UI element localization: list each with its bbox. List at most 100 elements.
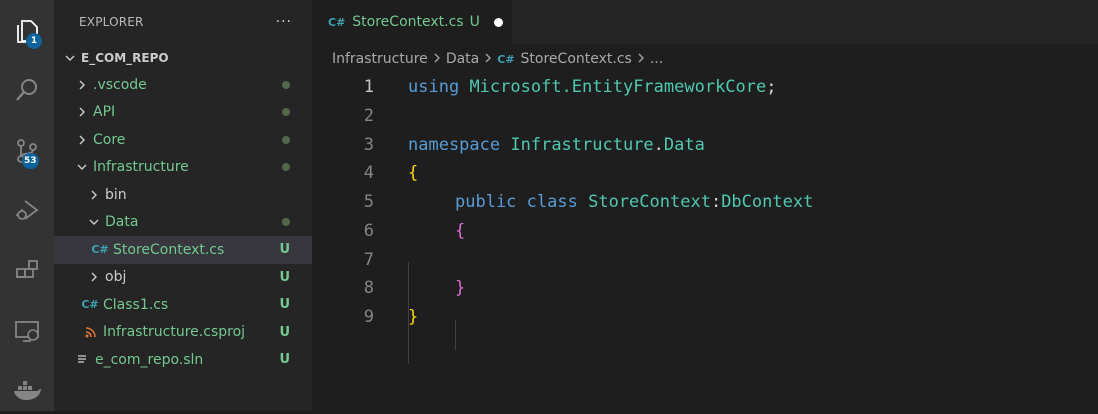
run-debug-activity-button[interactable] — [0, 186, 54, 234]
search-activity-button[interactable] — [0, 66, 54, 114]
chevron-down-icon — [62, 50, 78, 66]
csharp-file-icon: C# — [82, 298, 98, 311]
git-untracked-badge: U — [279, 352, 290, 367]
line-number: 4 — [312, 163, 374, 183]
chevron-down-icon — [74, 159, 90, 175]
chevron-right-icon — [636, 51, 646, 67]
code-text: } — [455, 278, 465, 298]
git-untracked-badge: U — [279, 242, 290, 257]
tree-item-infrastructure[interactable]: Infrastructure — [54, 154, 312, 182]
tree-item-label: bin — [105, 187, 127, 203]
breadcrumb-item[interactable]: Data — [446, 51, 479, 67]
workspace-name: E_COM_REPO — [81, 51, 169, 65]
more-actions-button[interactable]: ··· — [276, 14, 292, 30]
extensions-activity-button[interactable] — [0, 247, 54, 295]
activity-bar: 1 53 — [0, 0, 54, 411]
tree-item-label: Infrastructure — [93, 159, 189, 175]
chevron-right-icon — [74, 132, 90, 148]
tab-bar: C# StoreContext.cs U — [312, 0, 1098, 44]
code-text: { — [408, 163, 418, 183]
indent-guide — [455, 320, 456, 350]
tree-item-label: API — [93, 104, 115, 120]
breadcrumb: Infrastructure Data C# StoreContext.cs .… — [312, 44, 1098, 74]
code-token: public — [455, 192, 516, 212]
code-token: StoreContext — [588, 192, 711, 212]
explorer-header: EXPLORER ··· — [54, 0, 312, 44]
git-untracked-badge: U — [470, 14, 480, 30]
chevron-right-icon — [74, 104, 90, 120]
tree-item-sln[interactable]: e_com_repo.sln U — [54, 346, 312, 374]
chevron-right-icon — [86, 187, 102, 203]
chevron-right-icon — [483, 51, 493, 67]
tree-item-label: Data — [105, 214, 138, 230]
explorer-title: EXPLORER — [79, 15, 144, 29]
run-debug-icon — [13, 196, 41, 224]
code-text: public class StoreContext:DbContext — [455, 192, 813, 212]
explorer-sidebar: EXPLORER ··· E_COM_REPO .vscode API Core… — [54, 0, 312, 411]
rss-file-icon — [82, 327, 98, 338]
breadcrumb-item[interactable]: Infrastructure — [332, 51, 428, 67]
code-token: . — [654, 135, 664, 155]
line-number: 2 — [312, 106, 374, 126]
code-text: using Microsoft.EntityFrameworkCore; — [408, 77, 777, 97]
tree-item-label: Infrastructure.csproj — [103, 324, 245, 340]
line-number: 1 — [312, 77, 374, 97]
chevron-right-icon — [74, 77, 90, 93]
line-number: 3 — [312, 135, 374, 155]
git-modified-dot — [282, 81, 290, 89]
git-untracked-badge: U — [279, 270, 290, 285]
docker-activity-button[interactable] — [0, 366, 54, 414]
extensions-icon — [13, 257, 41, 285]
git-modified-dot — [282, 218, 290, 226]
tree-item-class1[interactable]: C# Class1.cs U — [54, 291, 312, 319]
tab-storecontext[interactable]: C# StoreContext.cs U — [312, 0, 512, 44]
tree-item-label: StoreContext.cs — [113, 242, 224, 258]
tree-item-api[interactable]: API — [54, 99, 312, 127]
csharp-file-icon: C# — [497, 53, 514, 66]
tree-item-vscode[interactable]: .vscode — [54, 71, 312, 99]
tree-item-obj[interactable]: obj U — [54, 264, 312, 292]
tree-item-data[interactable]: Data — [54, 209, 312, 237]
unsaved-dot-icon[interactable] — [494, 18, 503, 27]
line-number: 8 — [312, 278, 374, 298]
code-token: Data — [664, 135, 705, 155]
code-token: class — [527, 192, 578, 212]
editor-area: C# StoreContext.cs U Infrastructure Data… — [312, 0, 1098, 411]
tree-item-core[interactable]: Core — [54, 126, 312, 154]
remote-explorer-icon — [13, 317, 41, 345]
explorer-activity-button[interactable]: 1 — [0, 7, 54, 55]
workspace-section-header[interactable]: E_COM_REPO — [54, 44, 312, 71]
search-icon — [13, 76, 41, 104]
code-text: { — [455, 221, 465, 241]
csharp-file-icon: C# — [92, 243, 108, 256]
code-token: namespace — [408, 135, 500, 155]
code-token: DbContext — [721, 192, 813, 212]
tree-item-bin[interactable]: bin — [54, 181, 312, 209]
breadcrumb-item[interactable]: ... — [650, 51, 663, 67]
tree-item-label: .vscode — [93, 77, 147, 93]
explorer-badge: 1 — [26, 33, 42, 49]
docker-icon — [12, 378, 42, 402]
tree-item-storecontext[interactable]: C# StoreContext.cs U — [54, 236, 312, 264]
chevron-right-icon — [432, 51, 442, 67]
tree-item-label: Class1.cs — [103, 297, 168, 313]
git-modified-dot — [282, 108, 290, 116]
git-untracked-badge: U — [279, 325, 290, 340]
code-token: Microsoft.EntityFrameworkCore — [469, 77, 766, 97]
source-control-activity-button[interactable]: 53 — [0, 127, 54, 175]
tree-item-label: obj — [105, 269, 126, 285]
git-modified-dot — [282, 136, 290, 144]
source-control-badge: 53 — [22, 153, 39, 169]
chevron-down-icon — [86, 214, 102, 230]
code-text: namespace Infrastructure.Data — [408, 135, 705, 155]
git-modified-dot — [282, 163, 290, 171]
code-token: : — [711, 192, 721, 212]
line-number: 6 — [312, 221, 374, 241]
remote-explorer-activity-button[interactable] — [0, 307, 54, 355]
code-text: } — [408, 307, 418, 327]
chevron-right-icon — [86, 269, 102, 285]
breadcrumb-item[interactable]: StoreContext.cs — [521, 51, 632, 67]
tab-label: StoreContext.cs — [352, 14, 463, 30]
tree-item-csproj[interactable]: Infrastructure.csproj U — [54, 319, 312, 347]
git-untracked-badge: U — [279, 297, 290, 312]
